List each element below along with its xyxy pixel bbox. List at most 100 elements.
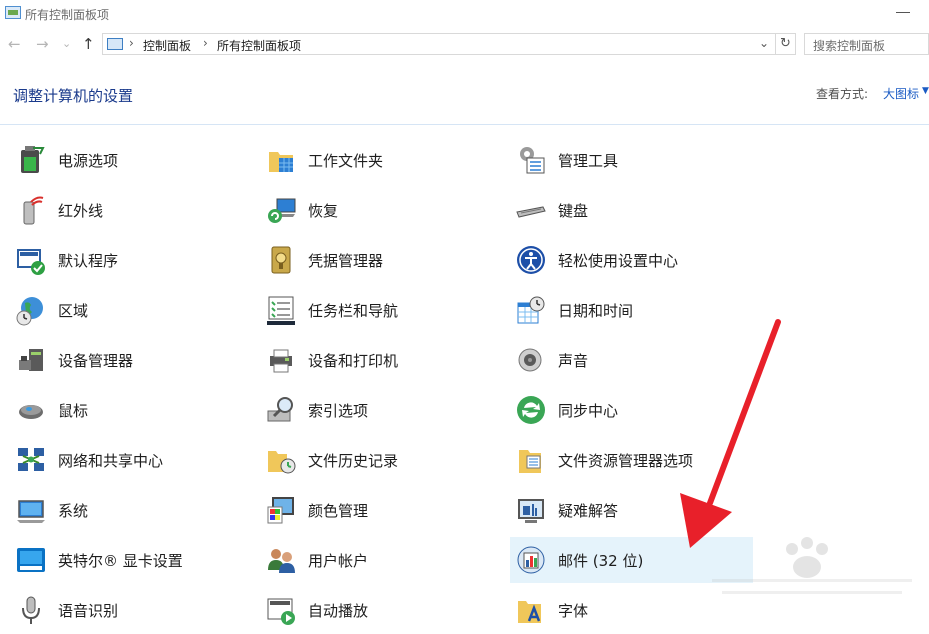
item-label: 字体 (558, 602, 589, 620)
item-label: 轻松使用设置中心 (558, 252, 679, 270)
item-label: 文件历史记录 (308, 452, 399, 470)
user-accounts-icon (268, 549, 295, 573)
item-label: 声音 (558, 352, 589, 370)
item-label: 系统 (58, 502, 89, 520)
view-by-label: 查看方式: (816, 87, 869, 101)
item-administrative-tools[interactable]: 管理工具 (510, 137, 753, 183)
item-work-folders[interactable]: 工作文件夹 (260, 137, 503, 183)
breadcrumb-control-panel[interactable]: 控制面板 (143, 37, 191, 54)
title-bar: 所有控制面板项 (0, 0, 929, 30)
baidu-watermark-logo (712, 537, 912, 594)
item-label: 电源选项 (58, 152, 119, 170)
partial-icon (270, 125, 290, 127)
back-button[interactable]: ← (8, 35, 21, 53)
navigation-bar: ← → ⌄ ↑ › 控制面板 › 所有控制面板项 ⌄ ↻ 搜索控制面板 (0, 32, 929, 58)
item-region[interactable]: 区域 (10, 287, 253, 333)
control-panel-icon (107, 38, 123, 50)
item-devices-printers[interactable]: 设备和打印机 (260, 337, 503, 383)
window-title: 所有控制面板项 (25, 8, 110, 22)
item-label: 键盘 (558, 202, 589, 220)
item-label: 默认程序 (58, 252, 119, 270)
recent-locations-button[interactable]: ⌄ (62, 35, 71, 53)
keyboard-icon (516, 206, 546, 218)
fonts-icon (518, 601, 541, 623)
item-color-management[interactable]: 颜色管理 (260, 487, 503, 533)
item-speech-recognition[interactable]: 语音识别 (10, 587, 253, 633)
speaker-icon (518, 348, 542, 372)
search-input[interactable]: 搜索控制面板 (804, 33, 929, 55)
item-credential-manager[interactable]: 凭据管理器 (260, 237, 503, 283)
item-system[interactable]: 系统 (10, 487, 253, 533)
item-label: 恢复 (308, 202, 339, 220)
item-power-options[interactable]: 电源选项 (10, 137, 253, 183)
item-intel-graphics[interactable]: 英特尔® 显卡设置 (10, 537, 253, 583)
item-ease-of-access[interactable]: 轻松使用设置中心 (510, 237, 753, 283)
item-label: 自动播放 (308, 602, 369, 620)
item-taskbar-navigation[interactable]: 任务栏和导航 (260, 287, 503, 333)
view-by-dropdown[interactable]: 大图标 (883, 85, 919, 102)
partial-icon (520, 125, 540, 127)
page-header: 调整计算机的设置 查看方式: 大图标 ▼ (0, 60, 929, 125)
battery-icon (21, 146, 45, 173)
infrared-icon (23, 196, 44, 225)
address-bar[interactable]: › 控制面板 › 所有控制面板项 ⌄ (102, 33, 776, 55)
item-label: 同步中心 (558, 402, 619, 420)
item-autoplay[interactable]: 自动播放 (260, 587, 503, 633)
forward-button[interactable]: → (36, 35, 49, 53)
annotation-arrow (680, 319, 781, 548)
refresh-button[interactable]: ↻ (776, 33, 796, 55)
breadcrumb-separator[interactable]: › (129, 36, 134, 50)
item-user-accounts[interactable]: 用户帐户 (260, 537, 503, 583)
printer-icon (270, 349, 292, 373)
device-manager-icon (19, 349, 43, 371)
item-label: 索引选项 (308, 402, 369, 420)
taskbar-icon (267, 296, 295, 325)
minimize-button[interactable] (896, 12, 910, 13)
item-mouse[interactable]: 鼠标 (10, 387, 253, 433)
item-label: 任务栏和导航 (308, 302, 399, 320)
item-recovery[interactable]: 恢复 (260, 187, 503, 233)
indexing-icon (267, 397, 293, 422)
chevron-down-icon[interactable]: ▼ (922, 86, 929, 96)
page-title: 调整计算机的设置 (13, 87, 134, 105)
item-label: 设备和打印机 (308, 352, 399, 370)
item-device-manager[interactable]: 设备管理器 (10, 337, 253, 383)
mail-icon (517, 546, 545, 574)
item-network-sharing[interactable]: 网络和共享中心 (10, 437, 253, 483)
item-label: 工作文件夹 (308, 152, 384, 170)
item-label: 日期和时间 (558, 302, 634, 320)
item-label: 用户帐户 (308, 552, 369, 570)
breadcrumb-separator[interactable]: › (203, 36, 208, 50)
ease-of-access-icon (517, 246, 545, 274)
file-history-icon (268, 451, 296, 474)
system-icon (17, 500, 45, 523)
partial-icon (22, 125, 42, 127)
recovery-icon (268, 198, 296, 223)
item-file-history[interactable]: 文件历史记录 (260, 437, 503, 483)
work-folders-icon (269, 152, 293, 172)
item-label: 区域 (58, 302, 89, 320)
item-infrared[interactable]: 红外线 (10, 187, 253, 233)
item-label: 网络和共享中心 (58, 452, 164, 470)
calendar-clock-icon (517, 296, 545, 324)
item-label: 管理工具 (558, 152, 619, 170)
default-programs-icon (17, 249, 45, 275)
intel-graphics-icon (17, 548, 45, 572)
breadcrumb-all-items[interactable]: 所有控制面板项 (217, 37, 301, 54)
folder-options-icon (519, 450, 541, 473)
admin-tools-icon (520, 147, 545, 174)
color-management-icon (267, 497, 294, 524)
network-icon (18, 448, 44, 471)
item-keyboard[interactable]: 键盘 (510, 187, 753, 233)
troubleshooting-icon (518, 499, 544, 523)
address-dropdown-button[interactable]: ⌄ (759, 36, 769, 50)
item-label: 设备管理器 (58, 352, 134, 370)
credential-manager-icon (271, 246, 291, 274)
scrollbar[interactable] (917, 125, 929, 634)
microphone-icon (22, 596, 40, 624)
item-indexing-options[interactable]: 索引选项 (260, 387, 503, 433)
item-label: 邮件 (32 位) (558, 552, 644, 570)
up-button[interactable]: ↑ (82, 35, 95, 53)
globe-icon (16, 297, 43, 326)
item-default-programs[interactable]: 默认程序 (10, 237, 253, 283)
